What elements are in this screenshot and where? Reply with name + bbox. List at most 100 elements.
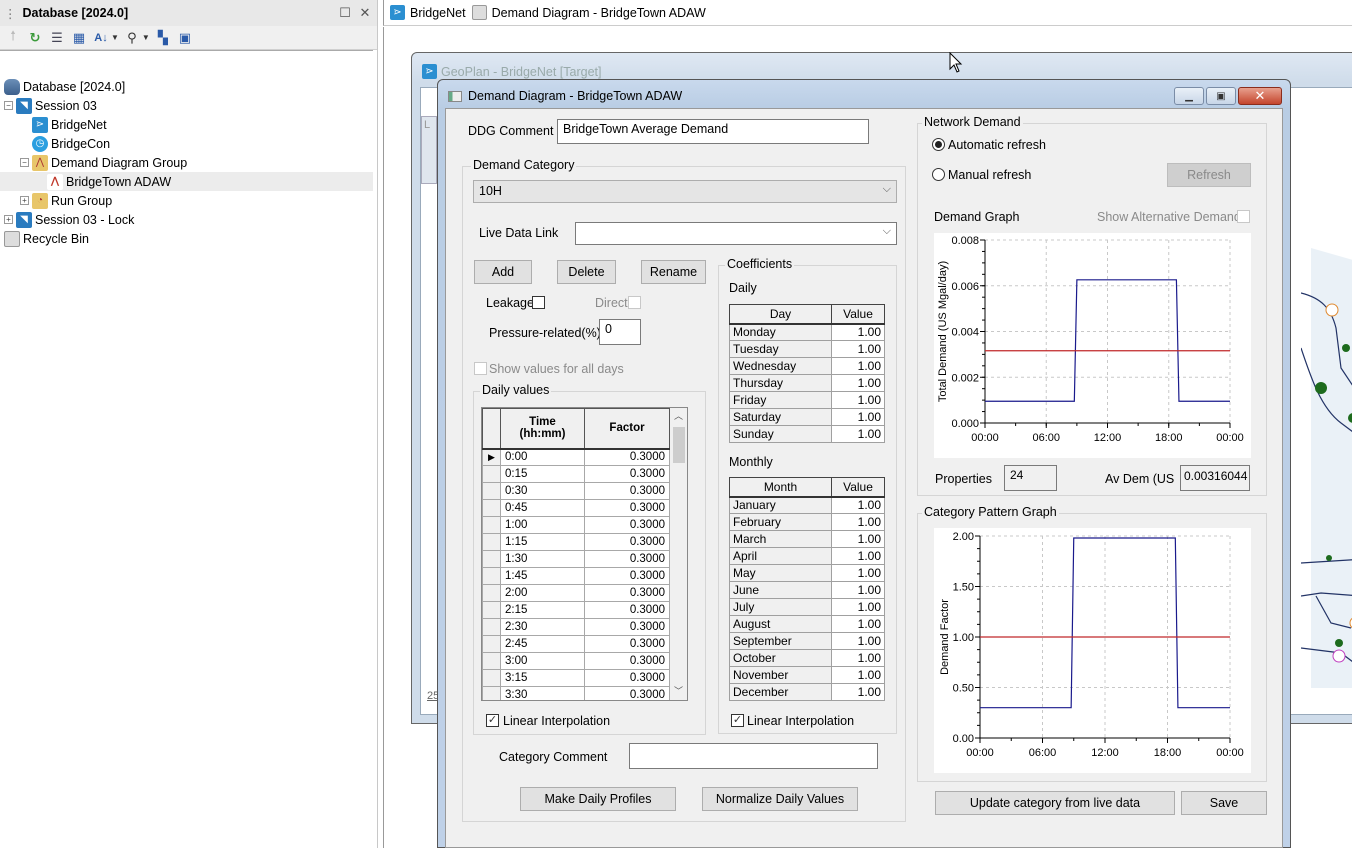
delete-button[interactable]: Delete [557,260,616,284]
table-row[interactable]: 2:00 0.3000 [482,584,670,602]
table-row[interactable]: September 1.00 [729,632,885,650]
close-panel-icon[interactable]: ✕ [357,5,373,21]
time-cell[interactable]: 1:45 [500,567,585,585]
update-category-from-live-data-button[interactable]: Update category from live data [935,791,1175,815]
table-row[interactable]: 2:45 0.3000 [482,635,670,653]
tree-item-bridgenet[interactable]: ⋗ BridgeNet [0,115,373,134]
scroll-down-icon[interactable]: ﹀ [670,683,687,700]
row-header[interactable] [482,499,501,517]
up-arrow-icon[interactable]: 🠕 [4,28,22,47]
collapse-icon[interactable]: − [4,101,13,110]
table-row[interactable]: May 1.00 [729,564,885,582]
tree-item-session-03[interactable]: − ◥ Session 03 [0,96,373,115]
value-cell[interactable]: 1.00 [831,374,885,392]
time-cell[interactable]: 3:30 [500,686,585,700]
tree-item-database[interactable]: Database [2024.0] [0,77,373,96]
factor-cell[interactable]: 0.3000 [584,618,670,636]
leakage-checkbox[interactable] [532,296,545,309]
value-cell[interactable]: 1.00 [831,357,885,375]
time-cell[interactable]: 0:00 [500,448,585,466]
time-cell[interactable]: 1:30 [500,550,585,568]
scroll-thumb[interactable] [673,427,685,463]
row-header[interactable] [482,533,501,551]
refresh-button[interactable]: Refresh [1167,163,1251,187]
value-cell[interactable]: 1.00 [831,666,885,684]
value-cell[interactable]: 1.00 [831,683,885,701]
column-header-month[interactable]: Month [729,477,832,498]
tab-bridgenet[interactable]: ⋗ BridgeNet [384,5,472,20]
live-data-link-select[interactable]: ⌵ [575,222,897,245]
linear-interpolation-coeff-checkbox[interactable]: ✓ [731,714,744,727]
factor-cell[interactable]: 0.3000 [584,652,670,670]
find-dropdown-icon[interactable]: ▼ [142,33,150,42]
value-cell[interactable]: 1.00 [831,598,885,616]
tree-item-run-group[interactable]: + ◔ Run Group [0,191,373,210]
tree-icon[interactable]: ▚ [154,29,172,47]
row-header[interactable] [482,635,501,653]
direct-checkbox[interactable] [628,296,641,309]
time-cell[interactable]: 0:15 [500,465,585,483]
table-row[interactable]: 2:30 0.3000 [482,618,670,636]
table-row[interactable]: Friday 1.00 [729,391,885,409]
table-row[interactable]: August 1.00 [729,615,885,633]
value-cell[interactable]: 1.00 [831,649,885,667]
value-cell[interactable]: 1.00 [831,564,885,582]
table-row[interactable]: ▶ 0:00 0.3000 [482,448,670,466]
row-header[interactable] [482,465,501,483]
factor-cell[interactable]: 0.3000 [584,567,670,585]
value-cell[interactable]: 1.00 [831,615,885,633]
table-row[interactable]: Thursday 1.00 [729,374,885,392]
table-row[interactable]: Saturday 1.00 [729,408,885,426]
minimize-button[interactable]: ▁ [1174,87,1204,105]
daily-values-scrollbar[interactable]: ︿ ﹀ [670,408,687,700]
value-cell[interactable]: 1.00 [831,323,885,341]
time-cell[interactable]: 0:45 [500,499,585,517]
table-row[interactable]: April 1.00 [729,547,885,565]
factor-cell[interactable]: 0.3000 [584,584,670,602]
value-cell[interactable]: 1.00 [831,340,885,358]
show-all-days-checkbox[interactable] [474,362,487,375]
properties-icon[interactable]: ☰ [48,29,66,47]
grid-icon[interactable]: ▦ [70,29,88,47]
factor-cell[interactable]: 0.3000 [584,465,670,483]
table-row[interactable]: February 1.00 [729,513,885,531]
time-cell[interactable]: 2:00 [500,584,585,602]
tab-demand-diagram[interactable]: Demand Diagram - BridgeTown ADAW [471,5,712,20]
factor-cell[interactable]: 0.3000 [584,550,670,568]
scroll-up-icon[interactable]: ︿ [670,408,687,425]
value-cell[interactable]: 1.00 [831,632,885,650]
time-cell[interactable]: 1:00 [500,516,585,534]
float-panel-icon[interactable]: ☐ [337,5,353,21]
maximize-button[interactable]: ▣ [1206,87,1236,105]
save-button[interactable]: Save [1181,791,1267,815]
value-cell[interactable]: 1.00 [831,530,885,548]
row-header[interactable] [482,567,501,585]
value-cell[interactable]: 1.00 [831,408,885,426]
table-row[interactable]: Tuesday 1.00 [729,340,885,358]
automatic-refresh-radio[interactable] [932,138,945,151]
factor-cell[interactable]: 0.3000 [584,516,670,534]
table-row[interactable]: October 1.00 [729,649,885,667]
table-row[interactable]: 1:15 0.3000 [482,533,670,551]
value-cell[interactable]: 1.00 [831,547,885,565]
table-row[interactable]: June 1.00 [729,581,885,599]
table-row[interactable]: 0:30 0.3000 [482,482,670,500]
make-daily-profiles-button[interactable]: Make Daily Profiles [520,787,676,811]
table-row[interactable]: 0:45 0.3000 [482,499,670,517]
daily-values-grid[interactable]: Time (hh:mm) Factor ▶ 0:00 0.3000 0:15 0.3000… [481,407,688,701]
value-cell[interactable]: 1.00 [831,391,885,409]
row-header[interactable] [482,686,501,700]
column-header-value[interactable]: Value [831,304,885,325]
factor-cell[interactable]: 0.3000 [584,533,670,551]
manual-refresh-radio[interactable] [932,168,945,181]
rename-button[interactable]: Rename [641,260,706,284]
value-cell[interactable]: 1.00 [831,581,885,599]
table-row[interactable]: January 1.00 [729,496,885,514]
add-button[interactable]: Add [474,260,532,284]
table-row[interactable]: Wednesday 1.00 [729,357,885,375]
table-row[interactable]: 3:00 0.3000 [482,652,670,670]
row-header[interactable] [482,669,501,687]
demand-category-select[interactable]: 10H ⌵ [473,180,897,203]
row-header[interactable] [482,550,501,568]
tree-item-recycle-bin[interactable]: Recycle Bin [0,229,373,248]
